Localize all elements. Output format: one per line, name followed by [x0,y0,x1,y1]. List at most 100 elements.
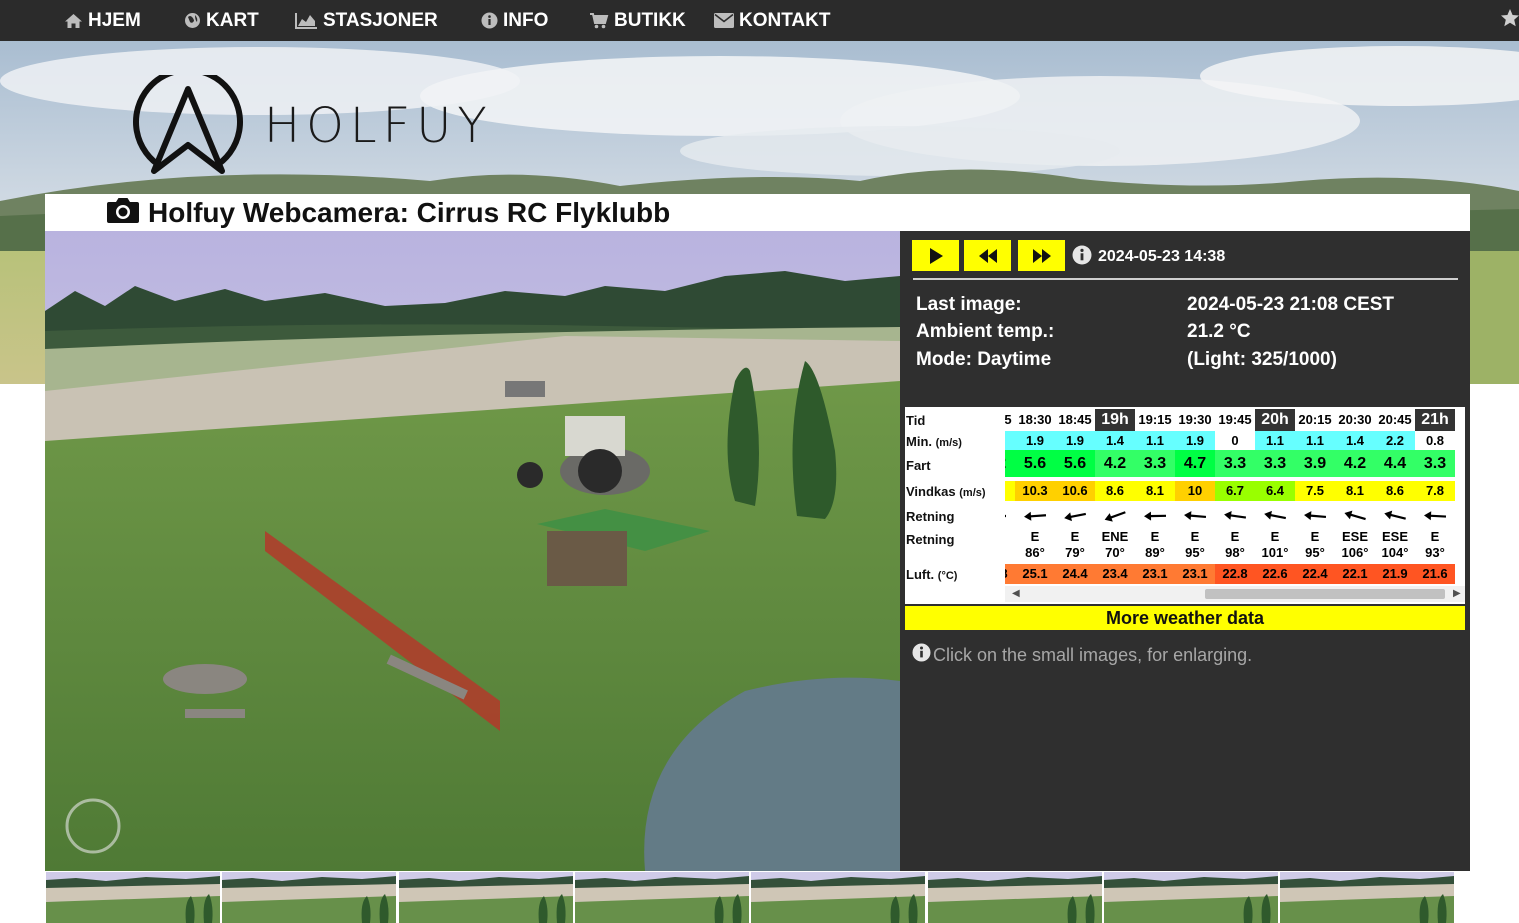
scroll-right-arrow-icon[interactable]: ▶ [1453,586,1461,602]
wind-gust-cell: 10.6 [1055,481,1095,501]
wind-gust-cell: 10.3 [1015,481,1055,501]
last-image-label: Last image: [916,294,1022,315]
air-temp-cell: 24.4 [1055,564,1095,584]
weather-column: 19:15 1.1 3.3 8.1 E 89° 23.1 [1135,407,1175,592]
webcam-image[interactable] [45,231,900,871]
webcam-thumbnail[interactable] [1280,872,1455,923]
label-speed: Fart [906,458,931,473]
min-wind-cell: 0.8 [1415,431,1455,450]
nav-label-kontakt: KONTAKT [739,9,831,31]
label-min-unit: (m/s) [935,437,962,449]
nav-item-butikk[interactable]: BUTIKK [589,0,686,41]
wind-direction-arrow-cell [1005,503,1015,529]
time-cell: 19:45 [1218,412,1252,427]
more-weather-data-button[interactable]: More weather data [905,606,1465,630]
weather-column: 19:45 0 3.3 6.7 E 98° 22.8 [1215,407,1255,592]
webcam-thumbnail[interactable] [222,872,397,923]
nav-item-info[interactable]: INFO [481,0,548,41]
min-wind-cell: 1.9 [1055,431,1095,450]
ambient-temp-value: 21.2 °C [1187,321,1251,342]
wind-direction-cell: E [1230,529,1240,544]
time-cell: 20:15 [1298,412,1332,427]
weather-columns: 18:151.45.29.6E90°25.818:301.95.610.3E86… [1005,407,1455,592]
previous-image-button[interactable] [964,240,1011,271]
weather-scroll-area[interactable]: 18:151.45.29.6E90°25.818:301.95.610.3E86… [1005,407,1465,592]
wind-speed-cell: 4.2 [1095,450,1135,477]
wind-direction-cell: E [1030,529,1040,544]
min-wind-cell: 1.1 [1295,431,1335,450]
time-cell: 20:45 [1378,412,1412,427]
wind-speed-cell: 3.3 [1215,450,1255,477]
wind-degrees-cell: 95° [1305,545,1325,560]
wind-gust-cell: 6.7 [1215,481,1255,501]
enlarge-hint: Click on the small images, for enlarging… [912,643,1252,667]
wind-speed-cell: 5.6 [1015,450,1055,477]
wind-arrow-icon [1264,510,1287,520]
air-temp-cell: 25.1 [1015,564,1055,584]
nav-item-kontakt[interactable]: KONTAKT [714,0,830,41]
wind-arrow-icon [1005,514,1006,518]
wind-arrow-icon [1024,511,1047,521]
webcam-thumbnail[interactable] [398,872,573,923]
wind-speed-cell: 3.9 [1295,450,1335,477]
weather-column: 20:30 1.4 4.2 8.1 ESE 106° 22.1 [1335,407,1375,592]
holfuy-logo[interactable]: HOLFUY [132,75,493,177]
wind-speed-cell: 3.3 [1135,450,1175,477]
weather-column: 18:45 1.9 5.6 10.6 E 79° 24.4 [1055,407,1095,592]
webcam-thumbnail[interactable] [927,872,1102,923]
wind-gust-cell: 8.6 [1375,481,1415,501]
weather-column: 20:15 1.1 3.9 7.5 E 95° 22.4 [1295,407,1335,592]
panel-divider [913,278,1458,280]
wind-arrow-icon [1424,511,1447,521]
webcam-thumbnail[interactable] [46,872,220,923]
min-wind-cell: 1.1 [1135,431,1175,450]
nav-item-hjem[interactable]: HJEM [64,0,141,41]
time-cell: 18:30 [1018,412,1052,427]
wind-direction-arrow-cell [1375,503,1415,529]
nav-item-kart[interactable]: KART [184,0,259,41]
home-icon [64,13,83,29]
scroll-left-arrow-icon[interactable]: ◀ [1012,586,1020,602]
horizontal-scrollbar[interactable]: ◀ ▶ [1005,586,1465,602]
wind-gust-cell: 8.6 [1095,481,1135,501]
nav-item-stasjoner[interactable]: STASJONER [295,0,438,41]
nav-label-stasjoner: STASJONER [323,9,438,31]
time-cell: 19:15 [1138,412,1172,427]
star-icon[interactable] [1500,8,1519,33]
wind-speed-cell: 5.2 [1005,450,1015,477]
wind-gust-cell: 7.8 [1415,481,1455,501]
webcam-thumbnail[interactable] [751,872,926,923]
time-cell: 20:30 [1338,412,1372,427]
wind-direction-arrow-cell [1175,503,1215,529]
play-button[interactable] [912,240,959,271]
wind-direction-arrow-cell [1095,503,1135,529]
globe-icon [184,12,201,29]
min-wind-cell: 1.9 [1015,431,1055,450]
min-wind-cell: 0 [1215,431,1255,450]
min-wind-cell: 1.9 [1175,431,1215,450]
webcam-thumbnail[interactable] [1103,872,1278,923]
next-image-button[interactable] [1018,240,1065,271]
wind-degrees-cell: 89° [1145,545,1165,560]
weather-column: 21h 0.8 3.3 7.8 E 93° 21.6 [1415,407,1455,592]
rewind-icon [978,248,997,263]
nav-label-hjem: HJEM [88,9,141,31]
info-icon [481,12,498,29]
wind-gust-cell: 6.4 [1255,481,1295,501]
time-cell: 18:15 [1005,412,1012,427]
info-icon[interactable] [1072,245,1092,270]
label-time: Tid [906,413,926,428]
wind-direction-arrow-cell [1055,503,1095,529]
weather-column: 18:30 1.9 5.6 10.3 E 86° 25.1 [1015,407,1055,592]
light-value: (Light: 325/1000) [1187,349,1337,370]
wind-degrees-cell: 93° [1425,545,1445,560]
webcam-thumbnail[interactable] [574,872,749,923]
wind-direction-cell: E [1270,529,1280,544]
holfuy-logo-icon [133,75,243,174]
wind-degrees-cell: 90° [1005,545,1015,560]
air-temp-cell: 22.4 [1295,564,1335,584]
weather-column: 20:45 2.2 4.4 8.6 ESE 104° 21.9 [1375,407,1415,592]
weather-row-labels: Tid Min. (m/s) Fart Vindkas (m/s) Retnin… [905,407,1005,604]
wind-arrow-icon [1224,510,1247,520]
scrollbar-thumb[interactable] [1205,589,1445,599]
